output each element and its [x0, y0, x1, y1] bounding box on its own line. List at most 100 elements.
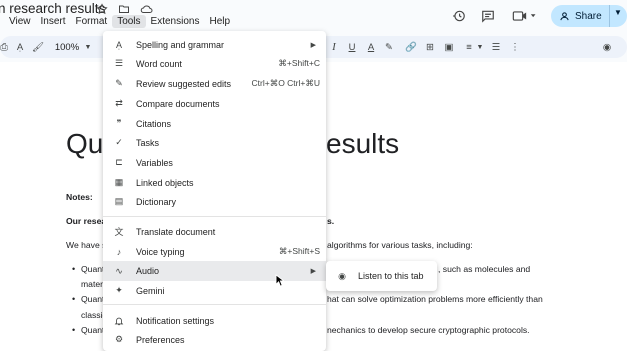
- menu-item-label: Word count: [136, 58, 182, 69]
- menu-item-spelling-grammar[interactable]: Ạ Spelling and grammar ▶: [103, 35, 326, 54]
- menu-item-linked-objects[interactable]: ▦ Linked objects: [103, 173, 326, 192]
- menu-bar: View Insert Format Tools Extensions Help: [4, 15, 235, 28]
- comments-icon[interactable]: [481, 6, 495, 26]
- menu-insert[interactable]: Insert: [36, 15, 71, 28]
- insert-image-icon[interactable]: ▣: [443, 39, 455, 55]
- menu-item-shortcut: ⌘+Shift+C: [278, 58, 320, 68]
- menu-separator: [103, 216, 326, 217]
- underline-icon[interactable]: U: [346, 39, 358, 55]
- highlight-icon[interactable]: ✎: [383, 39, 395, 55]
- spellcheck-toolbar-icon[interactable]: Ạ: [14, 39, 26, 55]
- menu-format[interactable]: Format: [71, 15, 113, 28]
- menu-view[interactable]: View: [4, 15, 36, 28]
- text-color-icon[interactable]: A: [365, 39, 377, 55]
- spellcheck-icon: Ạ: [115, 39, 122, 50]
- menu-item-label: Preferences: [136, 334, 185, 345]
- review-edits-icon: ✎: [115, 78, 123, 88]
- menu-item-citations[interactable]: ❞ Citations: [103, 114, 326, 133]
- menu-tools[interactable]: Tools: [112, 15, 146, 28]
- title-bar: n research results View Insert Format To…: [0, 0, 627, 32]
- print-icon[interactable]: ⎙: [0, 39, 10, 55]
- mouse-cursor-icon: [275, 273, 286, 292]
- paragraph-bold-right: s.: [327, 216, 335, 226]
- menu-separator: [103, 304, 326, 305]
- bullet1-continued: materi: [81, 279, 105, 289]
- zoom-select[interactable]: 100%: [52, 39, 82, 55]
- bullet1-left: Quant: [81, 264, 105, 274]
- italic-icon[interactable]: I: [328, 39, 340, 55]
- menu-item-tasks[interactable]: ✓ Tasks: [103, 133, 326, 152]
- menu-item-label: Citations: [136, 118, 172, 129]
- variables-icon: ⊏: [115, 157, 123, 167]
- menu-item-label: Audio: [136, 266, 160, 276]
- menu-extensions[interactable]: Extensions: [146, 15, 205, 28]
- menu-item-label: Translate document: [136, 226, 216, 237]
- tasks-icon: ✓: [115, 137, 123, 147]
- menu-item-label: Listen to this tab: [358, 271, 424, 281]
- menu-item-shortcut: Ctrl+⌘O Ctrl+⌘U: [251, 78, 320, 88]
- audio-icon: ∿: [115, 265, 123, 276]
- line-spacing-icon[interactable]: ☰: [490, 39, 502, 55]
- menu-item-word-count[interactable]: ☰ Word count ⌘+Shift+C: [103, 54, 326, 73]
- cloud-status-icon[interactable]: [139, 2, 153, 16]
- menu-item-label: Spelling and grammar: [136, 39, 225, 50]
- version-history-icon[interactable]: [452, 6, 466, 26]
- menu-item-label: Voice typing: [136, 246, 185, 257]
- editing-mode-icon[interactable]: ◉: [600, 39, 614, 55]
- add-comment-icon[interactable]: ⊞: [424, 39, 436, 55]
- menu-item-label: Tasks: [136, 137, 160, 148]
- menu-item-dictionary[interactable]: ▤ Dictionary: [103, 192, 326, 211]
- gemini-icon: ✦: [115, 285, 123, 295]
- align-icon[interactable]: ≡: [463, 39, 475, 55]
- align-chevron-icon[interactable]: ▼: [476, 39, 484, 55]
- paragraph-left: We have s: [66, 240, 107, 250]
- menu-item-notification-settings[interactable]: Notification settings: [103, 311, 326, 330]
- menu-item-voice-typing[interactable]: ♪ Voice typing ⌘+Shift+S: [103, 242, 326, 261]
- menu-item-listen-to-tab[interactable]: ◉ Listen to this tab: [326, 267, 437, 285]
- doc-heading-right: esults: [326, 128, 400, 159]
- linked-objects-icon: ▦: [114, 177, 124, 187]
- share-dropdown-icon[interactable]: ▼: [614, 8, 622, 17]
- doc-heading-left: Qu: [66, 128, 104, 159]
- bullet3-right: nechanics to develop secure cryptographi…: [327, 325, 530, 335]
- menu-item-compare-documents[interactable]: ⇄ Compare documents: [103, 94, 326, 113]
- menu-item-audio[interactable]: ∿ Audio ▶: [103, 261, 326, 281]
- bullet1-right: , such as molecules and: [438, 264, 531, 274]
- bullet2-right: hat can solve optimization problems more…: [327, 294, 543, 304]
- share-divider: [609, 5, 610, 27]
- menu-item-review-edits[interactable]: ✎ Review suggested edits Ctrl+⌘O Ctrl+⌘U: [103, 74, 326, 93]
- paragraph-right: algorithms for various tasks, including:: [327, 240, 473, 250]
- menu-item-translate-document[interactable]: 文 Translate document: [103, 222, 326, 241]
- bullet-marker: •: [72, 325, 76, 335]
- dictionary-icon: ▤: [114, 196, 124, 206]
- meet-icon[interactable]: [512, 6, 538, 26]
- menu-item-label: Variables: [136, 157, 173, 168]
- star-icon[interactable]: [95, 2, 109, 16]
- menu-help[interactable]: Help: [204, 15, 235, 28]
- bell-icon: [113, 315, 125, 327]
- submenu-arrow-icon: ▶: [310, 41, 316, 49]
- document-title[interactable]: n research results: [0, 1, 105, 16]
- move-folder-icon[interactable]: [117, 2, 131, 16]
- more-options-icon[interactable]: ⋮: [510, 39, 520, 55]
- menu-item-gemini[interactable]: ✦ Gemini: [103, 281, 326, 300]
- menu-item-label: Review suggested edits: [136, 78, 232, 89]
- person-icon: [560, 11, 569, 20]
- menu-item-preferences[interactable]: ⚙ Preferences: [103, 330, 326, 349]
- submenu-arrow-icon: ▶: [310, 268, 316, 275]
- bullet3-left: Quant: [81, 325, 105, 335]
- menu-item-label: Compare documents: [136, 98, 220, 109]
- menu-item-label: Gemini: [136, 285, 165, 296]
- preferences-icon: ⚙: [114, 334, 124, 344]
- citations-icon: ❞: [116, 118, 122, 128]
- paint-format-icon[interactable]: 🖌: [32, 39, 44, 55]
- bullet-marker: •: [72, 294, 76, 304]
- share-button[interactable]: Share ▼: [551, 5, 627, 27]
- zoom-chevron-icon[interactable]: ▼: [84, 39, 92, 55]
- compare-icon: ⇄: [115, 98, 123, 108]
- tools-menu: Ạ Spelling and grammar ▶ ☰ Word count ⌘+…: [103, 31, 326, 351]
- menu-item-variables[interactable]: ⊏ Variables: [103, 153, 326, 172]
- share-label: Share: [575, 10, 602, 22]
- menu-item-label: Dictionary: [136, 196, 177, 207]
- link-icon[interactable]: 🔗: [405, 39, 417, 55]
